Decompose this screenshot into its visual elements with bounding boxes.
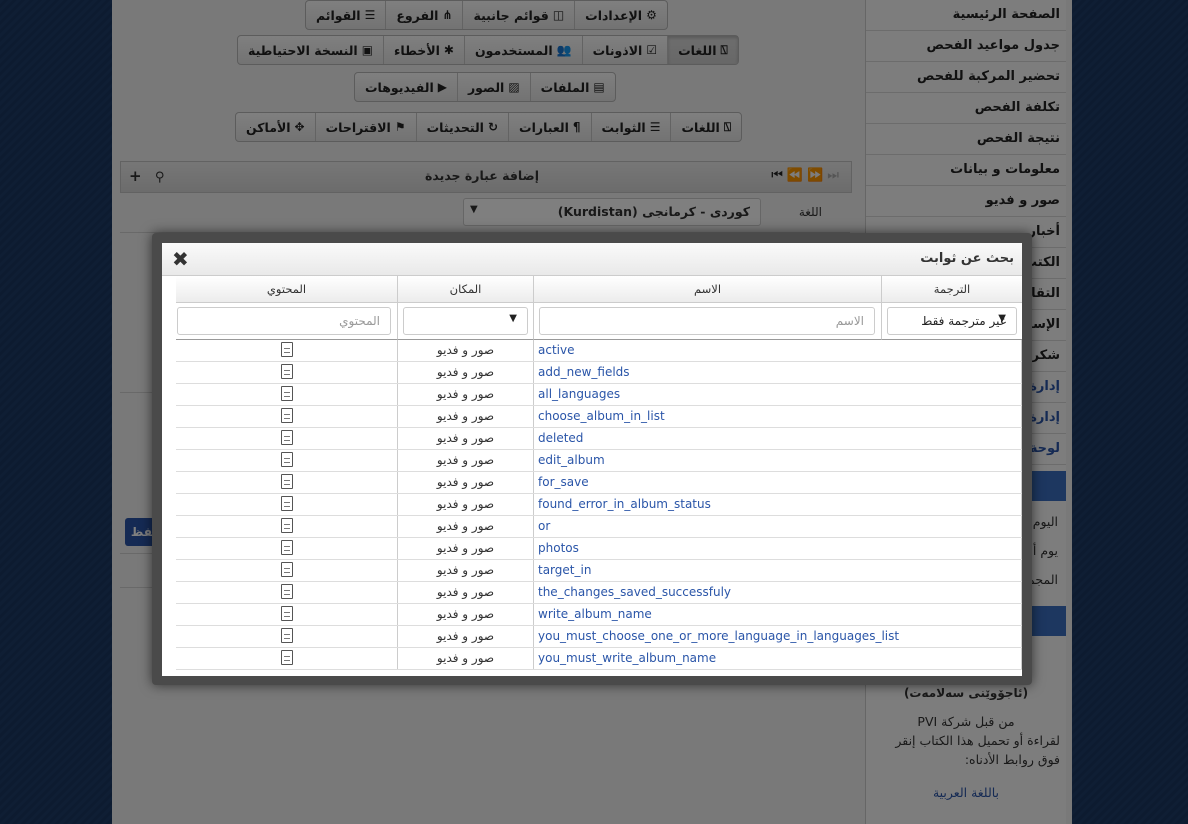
document-icon[interactable] — [280, 606, 293, 621]
table-row[interactable]: صور و فديو add_new_fields — [176, 362, 1022, 384]
document-icon[interactable] — [280, 628, 293, 643]
content-filter-input[interactable]: المحتوي — [177, 307, 391, 335]
document-icon[interactable] — [280, 430, 293, 445]
name-cell[interactable]: photos — [534, 538, 1022, 559]
table-row[interactable]: صور و فديو write_album_name — [176, 604, 1022, 626]
constants-table: المحتوي المكان الاسم الترجمة المحتوي ▼ ا… — [176, 276, 1022, 676]
place-cell: صور و فديو — [398, 560, 534, 581]
name-cell[interactable]: deleted — [534, 428, 1022, 449]
document-icon[interactable] — [280, 496, 293, 511]
table-row[interactable]: صور و فديو choose_album_in_list — [176, 406, 1022, 428]
close-icon[interactable]: ✖ — [172, 247, 189, 271]
table-row[interactable]: صور و فديو found_error_in_album_status — [176, 494, 1022, 516]
place-cell: صور و فديو — [398, 626, 534, 647]
table-row[interactable]: صور و فديو active — [176, 340, 1022, 362]
table-body: صور و فديو active صور و فديو add_new_fields… — [176, 340, 1022, 670]
table-row[interactable]: صور و فديو or — [176, 516, 1022, 538]
place-cell: صور و فديو — [398, 384, 534, 405]
place-cell: صور و فديو — [398, 494, 534, 515]
document-icon[interactable] — [280, 342, 293, 357]
chevron-down-icon: ▼ — [998, 313, 1006, 324]
filter-cell-content: المحتوي — [176, 303, 398, 340]
column-header-content[interactable]: المحتوي — [176, 276, 398, 303]
place-cell: صور و فديو — [398, 362, 534, 383]
filter-cell-name: الاسم — [534, 303, 882, 340]
table-row[interactable]: صور و فديو you_must_write_album_name — [176, 648, 1022, 670]
content-cell — [176, 538, 398, 559]
name-cell[interactable]: write_album_name — [534, 604, 1022, 625]
content-cell — [176, 340, 398, 361]
document-icon[interactable] — [280, 408, 293, 423]
name-cell[interactable]: you_must_write_album_name — [534, 648, 1022, 669]
document-icon[interactable] — [280, 452, 293, 467]
place-cell: صور و فديو — [398, 428, 534, 449]
place-cell: صور و فديو — [398, 406, 534, 427]
content-cell — [176, 472, 398, 493]
table-row[interactable]: صور و فديو all_languages — [176, 384, 1022, 406]
column-header-translation[interactable]: الترجمة — [882, 276, 1022, 303]
search-constants-modal: بحث عن ثوابت ✖ المحتوي المكان الاسم التر… — [152, 233, 1032, 685]
name-filter-input[interactable]: الاسم — [539, 307, 875, 335]
name-cell[interactable]: target_in — [534, 560, 1022, 581]
content-cell — [176, 604, 398, 625]
document-icon[interactable] — [280, 386, 293, 401]
name-cell[interactable]: the_changes_saved_successfuly — [534, 582, 1022, 603]
place-cell: صور و فديو — [398, 538, 534, 559]
content-cell — [176, 560, 398, 581]
content-cell — [176, 648, 398, 669]
name-cell[interactable]: for_save — [534, 472, 1022, 493]
place-cell: صور و فديو — [398, 516, 534, 537]
content-cell — [176, 494, 398, 515]
content-cell — [176, 362, 398, 383]
document-icon[interactable] — [280, 562, 293, 577]
content-cell — [176, 626, 398, 647]
name-cell[interactable]: found_error_in_album_status — [534, 494, 1022, 515]
place-cell: صور و فديو — [398, 582, 534, 603]
name-cell[interactable]: all_languages — [534, 384, 1022, 405]
table-row[interactable]: صور و فديو the_changes_saved_successfuly — [176, 582, 1022, 604]
modal-title: بحث عن ثوابت — [920, 251, 1014, 266]
content-cell — [176, 516, 398, 537]
content-cell — [176, 406, 398, 427]
table-row[interactable]: صور و فديو photos — [176, 538, 1022, 560]
document-icon[interactable] — [280, 364, 293, 379]
name-cell[interactable]: or — [534, 516, 1022, 537]
name-cell[interactable]: edit_album — [534, 450, 1022, 471]
content-cell — [176, 450, 398, 471]
document-icon[interactable] — [280, 584, 293, 599]
name-cell[interactable]: choose_album_in_list — [534, 406, 1022, 427]
place-cell: صور و فديو — [398, 450, 534, 471]
document-icon[interactable] — [280, 650, 293, 665]
name-cell[interactable]: add_new_fields — [534, 362, 1022, 383]
content-cell — [176, 428, 398, 449]
column-header-name[interactable]: الاسم — [534, 276, 882, 303]
chevron-down-icon: ▼ — [509, 313, 517, 324]
filter-cell-translation: غير مترجمة فقط ▼ — [882, 303, 1022, 340]
name-cell[interactable]: active — [534, 340, 1022, 361]
place-filter-select[interactable]: ▼ — [403, 307, 528, 335]
document-icon[interactable] — [280, 518, 293, 533]
modal-header: بحث عن ثوابت ✖ — [162, 243, 1022, 276]
document-icon[interactable] — [280, 540, 293, 555]
place-cell: صور و فديو — [398, 604, 534, 625]
table-row[interactable]: صور و فديو target_in — [176, 560, 1022, 582]
document-icon[interactable] — [280, 474, 293, 489]
content-cell — [176, 384, 398, 405]
content-cell — [176, 582, 398, 603]
table-row[interactable]: صور و فديو edit_album — [176, 450, 1022, 472]
place-cell: صور و فديو — [398, 340, 534, 361]
column-header-place[interactable]: المكان — [398, 276, 534, 303]
place-cell: صور و فديو — [398, 648, 534, 669]
place-cell: صور و فديو — [398, 472, 534, 493]
name-cell[interactable]: you_must_choose_one_or_more_language_in_… — [534, 626, 1022, 647]
translation-filter-select[interactable]: غير مترجمة فقط ▼ — [887, 307, 1017, 335]
table-row[interactable]: صور و فديو deleted — [176, 428, 1022, 450]
table-row[interactable]: صور و فديو you_must_choose_one_or_more_la… — [176, 626, 1022, 648]
table-row[interactable]: صور و فديو for_save — [176, 472, 1022, 494]
filter-cell-place: ▼ — [398, 303, 534, 340]
